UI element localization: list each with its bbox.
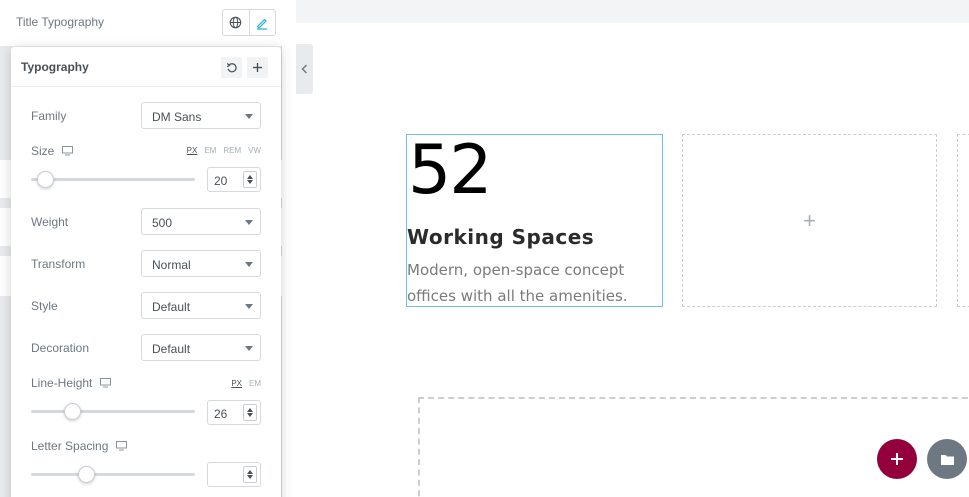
size-label: Size xyxy=(31,144,55,158)
size-unit-switcher: PX EM REM VW xyxy=(187,146,261,155)
pencil-icon[interactable] xyxy=(248,10,275,35)
style-select[interactable]: Default xyxy=(141,292,261,319)
title-typography-label: Title Typography xyxy=(16,15,105,29)
chevron-left-icon[interactable] xyxy=(296,44,313,94)
letter-spacing-label-group: Letter Spacing xyxy=(31,439,128,453)
line-height-label-group: Line-Height xyxy=(31,376,112,390)
transform-value: Normal xyxy=(152,258,191,272)
line-height-number-input[interactable]: 26 xyxy=(207,400,261,425)
editor-screen: Title Typography Typography Family DM Sa… xyxy=(0,0,969,497)
add-section-button[interactable] xyxy=(877,439,917,479)
letter-spacing-slider[interactable] xyxy=(31,473,195,476)
family-select[interactable]: DM Sans xyxy=(141,102,261,129)
chevron-down-icon xyxy=(245,304,253,309)
style-value: Default xyxy=(152,300,191,314)
unit-rem[interactable]: REM xyxy=(223,146,241,155)
decoration-select[interactable]: Default xyxy=(141,334,261,361)
unit-em[interactable]: EM xyxy=(249,379,261,388)
chevron-down-icon xyxy=(245,114,253,119)
size-number-input[interactable]: 20 xyxy=(207,167,261,192)
size-slider[interactable] xyxy=(31,178,195,181)
popover-header: Typography xyxy=(11,47,281,87)
decoration-value: Default xyxy=(152,342,191,356)
line-height-stepper[interactable] xyxy=(243,404,257,421)
decoration-label: Decoration xyxy=(31,341,90,355)
line-height-slider[interactable] xyxy=(31,410,195,413)
size-label-group: Size xyxy=(31,144,74,158)
size-stepper[interactable] xyxy=(243,171,257,188)
size-slider-handle[interactable] xyxy=(37,171,55,188)
letter-spacing-stepper[interactable] xyxy=(243,466,257,483)
chevron-down-icon xyxy=(245,220,253,225)
desktop-icon xyxy=(116,441,128,451)
line-height-unit-switcher: PX EM xyxy=(231,379,261,388)
unit-px[interactable]: PX xyxy=(231,379,242,388)
line-height-slider-handle[interactable] xyxy=(63,403,81,420)
globe-icon[interactable] xyxy=(223,10,249,35)
chevron-down-icon xyxy=(245,262,253,267)
add-template-button[interactable] xyxy=(927,439,967,479)
counter-widget[interactable]: 52 Working Spaces Modern, open-space con… xyxy=(406,131,663,307)
transform-select[interactable]: Normal xyxy=(141,250,261,277)
letter-spacing-slider-handle[interactable] xyxy=(78,466,96,483)
add-widget-plus-icon[interactable]: + xyxy=(803,208,816,234)
weight-value: 500 xyxy=(152,216,173,230)
typography-popover: Typography Family DM Sans Size PX EM REM… xyxy=(11,47,281,497)
style-label: Style xyxy=(31,299,58,313)
family-label: Family xyxy=(31,109,67,123)
popover-title: Typography xyxy=(21,60,89,74)
unit-px[interactable]: PX xyxy=(187,146,198,155)
line-height-label: Line-Height xyxy=(31,376,93,390)
counter-number: 52 xyxy=(408,131,493,210)
counter-description: Modern, open-space concept offices with … xyxy=(407,261,628,305)
empty-column[interactable] xyxy=(957,134,969,307)
weight-select[interactable]: 500 xyxy=(141,208,261,235)
weight-label: Weight xyxy=(31,215,69,229)
title-typography-row: Title Typography xyxy=(0,0,282,46)
letter-spacing-number-input[interactable] xyxy=(207,462,261,487)
folder-icon xyxy=(940,454,954,465)
family-value: DM Sans xyxy=(152,110,202,124)
chevron-down-icon xyxy=(245,346,253,351)
plus-icon[interactable] xyxy=(247,57,268,78)
plus-icon xyxy=(891,453,903,465)
transform-label: Transform xyxy=(31,257,86,271)
reset-icon[interactable] xyxy=(221,57,242,78)
unit-em[interactable]: EM xyxy=(204,146,216,155)
desktop-icon xyxy=(62,146,74,156)
size-value: 20 xyxy=(214,174,228,188)
line-height-value: 26 xyxy=(214,407,228,421)
typography-toggle-group xyxy=(222,9,276,36)
preview-top-bar xyxy=(296,0,969,23)
unit-vw[interactable]: VW xyxy=(248,146,261,155)
empty-column[interactable]: + xyxy=(682,134,937,307)
desktop-icon xyxy=(100,378,112,388)
letter-spacing-label: Letter Spacing xyxy=(31,439,109,453)
counter-title: Working Spaces xyxy=(407,225,595,249)
